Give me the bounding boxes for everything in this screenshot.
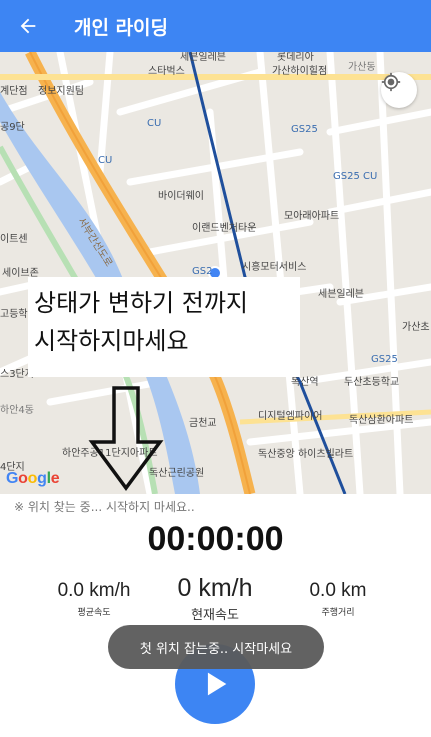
my-location-button[interactable] bbox=[381, 72, 417, 108]
page-title: 개인 라이딩 bbox=[74, 16, 169, 39]
app-bar: 개인 라이딩 bbox=[0, 0, 431, 52]
note-line-2: 시작하지마세요 bbox=[34, 327, 189, 355]
google-logo: Google bbox=[6, 470, 60, 487]
map-label: GS25 CU bbox=[333, 171, 378, 182]
note-line-1: 상태가 변하기 전까지 bbox=[34, 289, 248, 317]
map-label: 세븐일레븐 bbox=[318, 289, 364, 300]
map-label: 시흥모터서비스 bbox=[242, 262, 307, 273]
map-label: GS25 bbox=[371, 354, 398, 365]
play-icon bbox=[207, 672, 227, 696]
map-label: CU bbox=[98, 155, 113, 166]
avg-speed-label: 평균속도 bbox=[77, 608, 111, 618]
map-label: 이트센 bbox=[0, 234, 28, 245]
map-label: 스타벅스 bbox=[148, 66, 185, 77]
toast-message: 첫 위치 잡는중.. 시작마세요 bbox=[108, 625, 324, 669]
map-view[interactable]: 세븐일레븐 롯데리아 가산하이힐점 가산동 스타벅스 계단점 정보지원팀 CU … bbox=[0, 52, 431, 494]
location-status: ※ 위치 찾는 중... 시작하지 마세요.. bbox=[14, 500, 195, 514]
avg-speed-stat: 0.0 km/h 평균속도 bbox=[48, 580, 140, 618]
map-label: 디지털엠파이어 bbox=[258, 411, 323, 422]
current-speed-label: 현재속도 bbox=[191, 608, 239, 623]
distance-stat: 0.0 km 주행거리 bbox=[290, 580, 386, 618]
map-label: 하안4동 bbox=[0, 405, 34, 416]
back-button[interactable] bbox=[0, 0, 56, 52]
map-label: 계단점 bbox=[0, 86, 28, 97]
current-speed-value: 0 km/h bbox=[177, 574, 253, 602]
ride-timer: 00:00:00 bbox=[147, 520, 284, 558]
down-arrow-icon bbox=[88, 386, 164, 491]
map-label: 정보지원팀 bbox=[38, 86, 84, 97]
map-label: 독산중앙 하이츠빌라트 bbox=[258, 449, 354, 460]
map-label: 이랜드벤처타운 bbox=[192, 223, 257, 234]
map-label: 가산하이힐점 bbox=[272, 66, 328, 77]
avg-speed-value: 0.0 km/h bbox=[57, 580, 131, 601]
map-label: CU bbox=[147, 118, 162, 129]
map-label: 독산삼환아파트 bbox=[349, 415, 414, 426]
map-label: GS25 bbox=[291, 124, 318, 135]
map-label: 두산초등학교 bbox=[344, 377, 400, 388]
distance-value: 0.0 km bbox=[309, 580, 367, 601]
map-label: 공9단 bbox=[0, 122, 25, 133]
overlay-note: 상태가 변하기 전까지 시작하지마세요 bbox=[28, 277, 300, 377]
map-label: 모아래아파트 bbox=[284, 211, 340, 222]
map-label: 금천교 bbox=[189, 418, 217, 429]
map-label: 바이더웨이 bbox=[158, 191, 204, 202]
arrow-left-icon bbox=[20, 18, 36, 34]
map-label: 가산초 bbox=[402, 322, 430, 333]
map-label: 가산동 bbox=[348, 62, 376, 73]
map-label: GS2 bbox=[192, 266, 213, 277]
distance-label: 주행거리 bbox=[321, 608, 355, 618]
app-root: 개인 라이딩 세븐일레븐 롯데리아 가산하이힐점 가산동 스타벅스 계단점 정보… bbox=[0, 0, 431, 737]
current-speed-stat: 0 km/h 현재속도 bbox=[160, 574, 270, 623]
my-location-icon bbox=[381, 72, 401, 92]
map-label: 세븐일레븐 bbox=[180, 52, 226, 63]
